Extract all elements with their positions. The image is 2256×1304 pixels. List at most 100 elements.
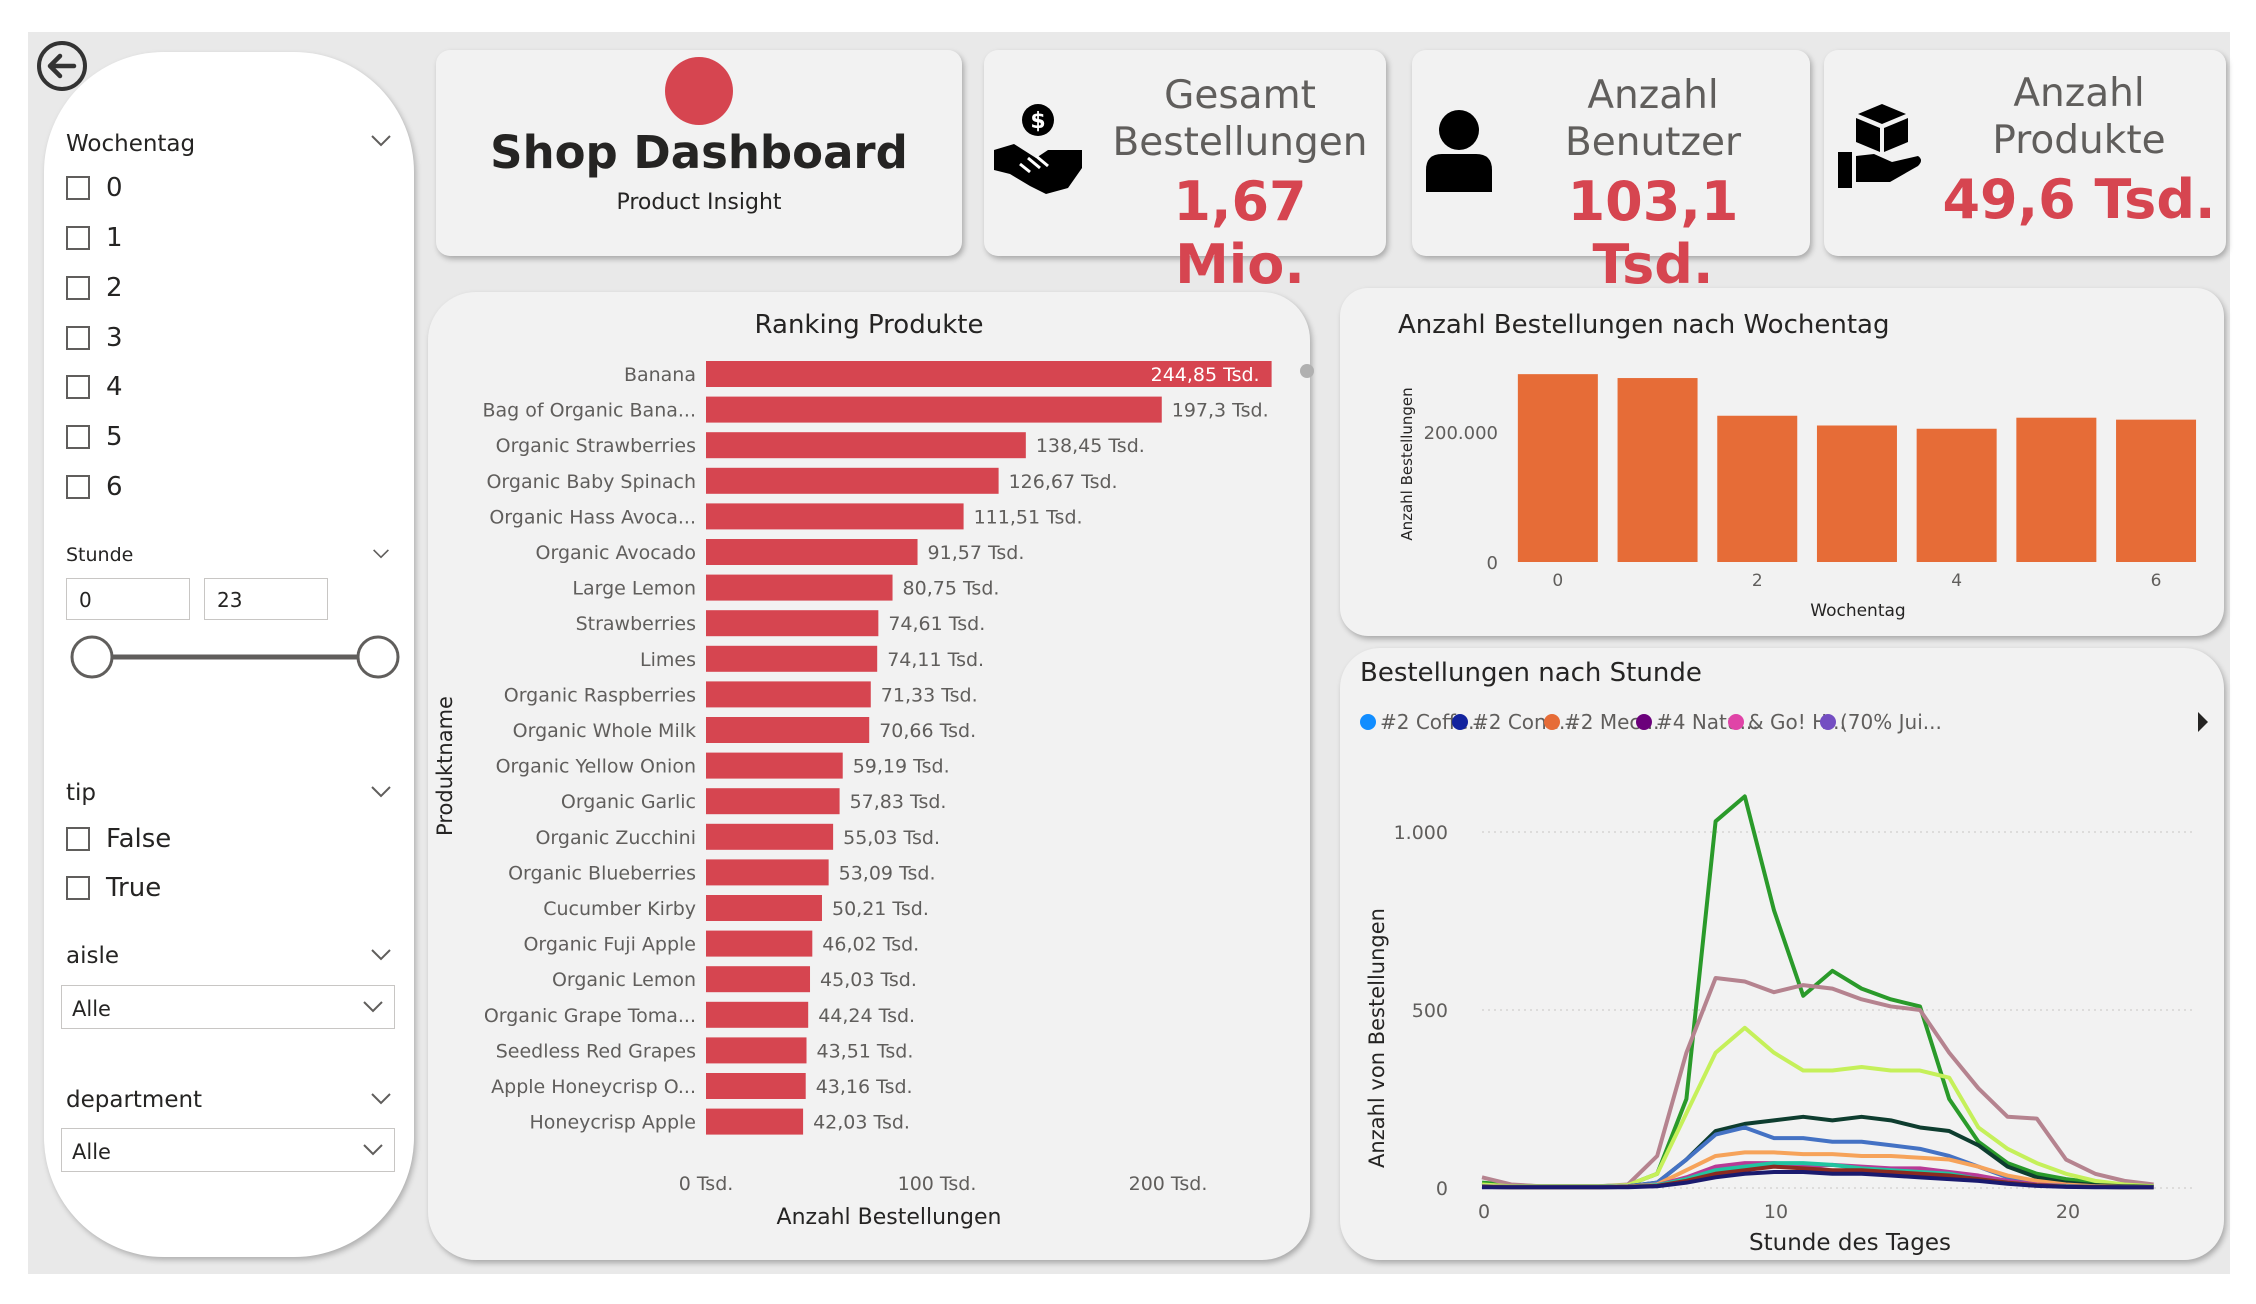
data-label: 74,11 Tsd. [887, 649, 984, 671]
department-dropdown[interactable]: Alle [61, 1128, 395, 1172]
aisle-dropdown[interactable]: Alle [61, 985, 395, 1029]
category-label: Organic Grape Toma... [484, 1005, 696, 1027]
tip-option-true[interactable]: True [66, 873, 161, 903]
chevron-down-icon[interactable] [370, 134, 392, 148]
bar [2116, 419, 2197, 562]
kpi-card-users: Anzahl Benutzer 103,1 Tsd. [1412, 50, 1810, 296]
slider-handle-min[interactable] [70, 635, 114, 679]
data-label: 42,03 Tsd. [813, 1112, 910, 1134]
header-card: Shop Dashboard Product Insight [436, 50, 962, 256]
bar [706, 610, 879, 637]
data-label: 126,67 Tsd. [1009, 471, 1118, 493]
wochentag-option-4[interactable]: 4 [66, 372, 123, 402]
category-label: Limes [640, 649, 696, 671]
kpi-title-line1: Gesamt [1164, 73, 1316, 118]
bar [1916, 428, 1997, 562]
chevron-down-icon[interactable] [370, 948, 392, 962]
x-axis-title: Wochentag [1810, 601, 1905, 621]
kpi-value: 49,6 Tsd. [1942, 168, 2216, 231]
category-label: Seedless Red Grapes [496, 1040, 696, 1062]
checkbox[interactable] [66, 375, 90, 399]
category-label: Organic Zucchini [535, 827, 696, 849]
x-tick-label: 100 Tsd. [898, 1173, 977, 1195]
checkbox[interactable] [66, 226, 90, 250]
wochentag-option-6[interactable]: 6 [66, 472, 123, 502]
page-title: Shop Dashboard [490, 126, 908, 179]
bar [706, 645, 878, 672]
y-tick-label: 0 [1487, 553, 1498, 574]
wochentag-option-0[interactable]: 0 [66, 173, 123, 203]
handshake-dollar-icon: $ [994, 104, 1082, 194]
data-label: 91,57 Tsd. [928, 542, 1025, 564]
y-tick-label: 0 [1436, 1178, 1448, 1200]
chevron-down-icon[interactable] [362, 1000, 384, 1014]
wochentag-slicer-title: Wochentag [66, 131, 196, 157]
legend-next-arrow-icon[interactable] [2198, 712, 2208, 732]
y-tick-label: 500 [1412, 1000, 1448, 1022]
kpi-title-line2: Bestellungen [1112, 120, 1368, 165]
data-label: 44,24 Tsd. [818, 1005, 915, 1027]
wochentag-option-2[interactable]: 2 [66, 273, 123, 303]
y-axis-title: Produktname [433, 696, 457, 836]
kpi-value: 1,67 Mio. [1173, 170, 1307, 296]
scrollbar-handle[interactable] [1300, 364, 1314, 378]
category-label: Organic Whole Milk [513, 720, 696, 742]
legend-marker [1636, 714, 1652, 730]
checkbox[interactable] [66, 827, 90, 851]
category-label: Organic Blueberries [508, 862, 696, 884]
chevron-down-icon[interactable] [370, 785, 392, 799]
x-tick-label: 0 Tsd. [679, 1173, 734, 1195]
slider-handle-max[interactable] [356, 635, 400, 679]
bar [706, 895, 822, 921]
bar [706, 966, 811, 993]
data-label: 50,21 Tsd. [832, 898, 929, 920]
chevron-down-icon[interactable] [362, 1143, 384, 1157]
weekday-chart-card: Anzahl Bestellungen nach Wochentag 0 200.… [1340, 288, 2224, 636]
checkbox[interactable] [66, 876, 90, 900]
chevron-down-icon[interactable] [370, 1092, 392, 1106]
wochentag-option-3[interactable]: 3 [66, 323, 123, 353]
data-label: 80,75 Tsd. [903, 578, 1000, 600]
bar [2016, 417, 2097, 562]
bar [706, 823, 834, 850]
wochentag-option-1[interactable]: 1 [66, 223, 123, 253]
checkbox[interactable] [66, 326, 90, 350]
category-label: Cucumber Kirby [543, 898, 696, 920]
weekday-bar-chart: 0 200.000 0 2 4 6 Wochentag Anzahl Bestellungen [1398, 374, 2197, 621]
kpi-value: 103,1 Tsd. [1567, 170, 1739, 296]
data-label: 244,85 Tsd. [1151, 364, 1260, 386]
kpi-card-products: Anzahl Produkte 49,6 Tsd. [1824, 50, 2226, 256]
bar [706, 432, 1026, 459]
wochentag-option-5[interactable]: 5 [66, 422, 123, 452]
series-line [1481, 794, 2154, 1189]
bar [1816, 425, 1897, 562]
x-tick-label: 4 [1951, 571, 1962, 591]
legend-label: (70% Jui... [1840, 710, 1942, 734]
stunde-range-slider[interactable] [66, 633, 406, 681]
svg-text:$: $ [1030, 109, 1045, 134]
legend-marker [1452, 714, 1468, 730]
x-tick-label: 10 [1764, 1201, 1788, 1223]
data-label: 53,09 Tsd. [839, 862, 936, 884]
data-label: 43,16 Tsd. [816, 1076, 913, 1098]
dropdown-value: Alle [72, 1140, 111, 1164]
legend-marker [1360, 714, 1376, 730]
category-label: Bag of Organic Bana... [482, 400, 696, 422]
data-label: 55,03 Tsd. [843, 827, 940, 849]
option-label: 4 [106, 372, 123, 402]
tip-option-false[interactable]: False [66, 824, 171, 854]
option-label: 5 [106, 422, 123, 452]
checkbox[interactable] [66, 425, 90, 449]
checkbox[interactable] [66, 475, 90, 499]
data-label: 71,33 Tsd. [881, 684, 978, 706]
checkbox[interactable] [66, 176, 90, 200]
category-label: Organic Lemon [552, 969, 696, 991]
chevron-down-icon[interactable] [372, 548, 390, 560]
option-label: 2 [106, 273, 123, 303]
bar [706, 717, 870, 743]
option-label: 3 [106, 323, 123, 353]
checkbox[interactable] [66, 276, 90, 300]
stunde-max-input[interactable]: 23 [204, 578, 328, 620]
bar [706, 752, 843, 779]
stunde-min-input[interactable]: 0 [66, 578, 190, 620]
